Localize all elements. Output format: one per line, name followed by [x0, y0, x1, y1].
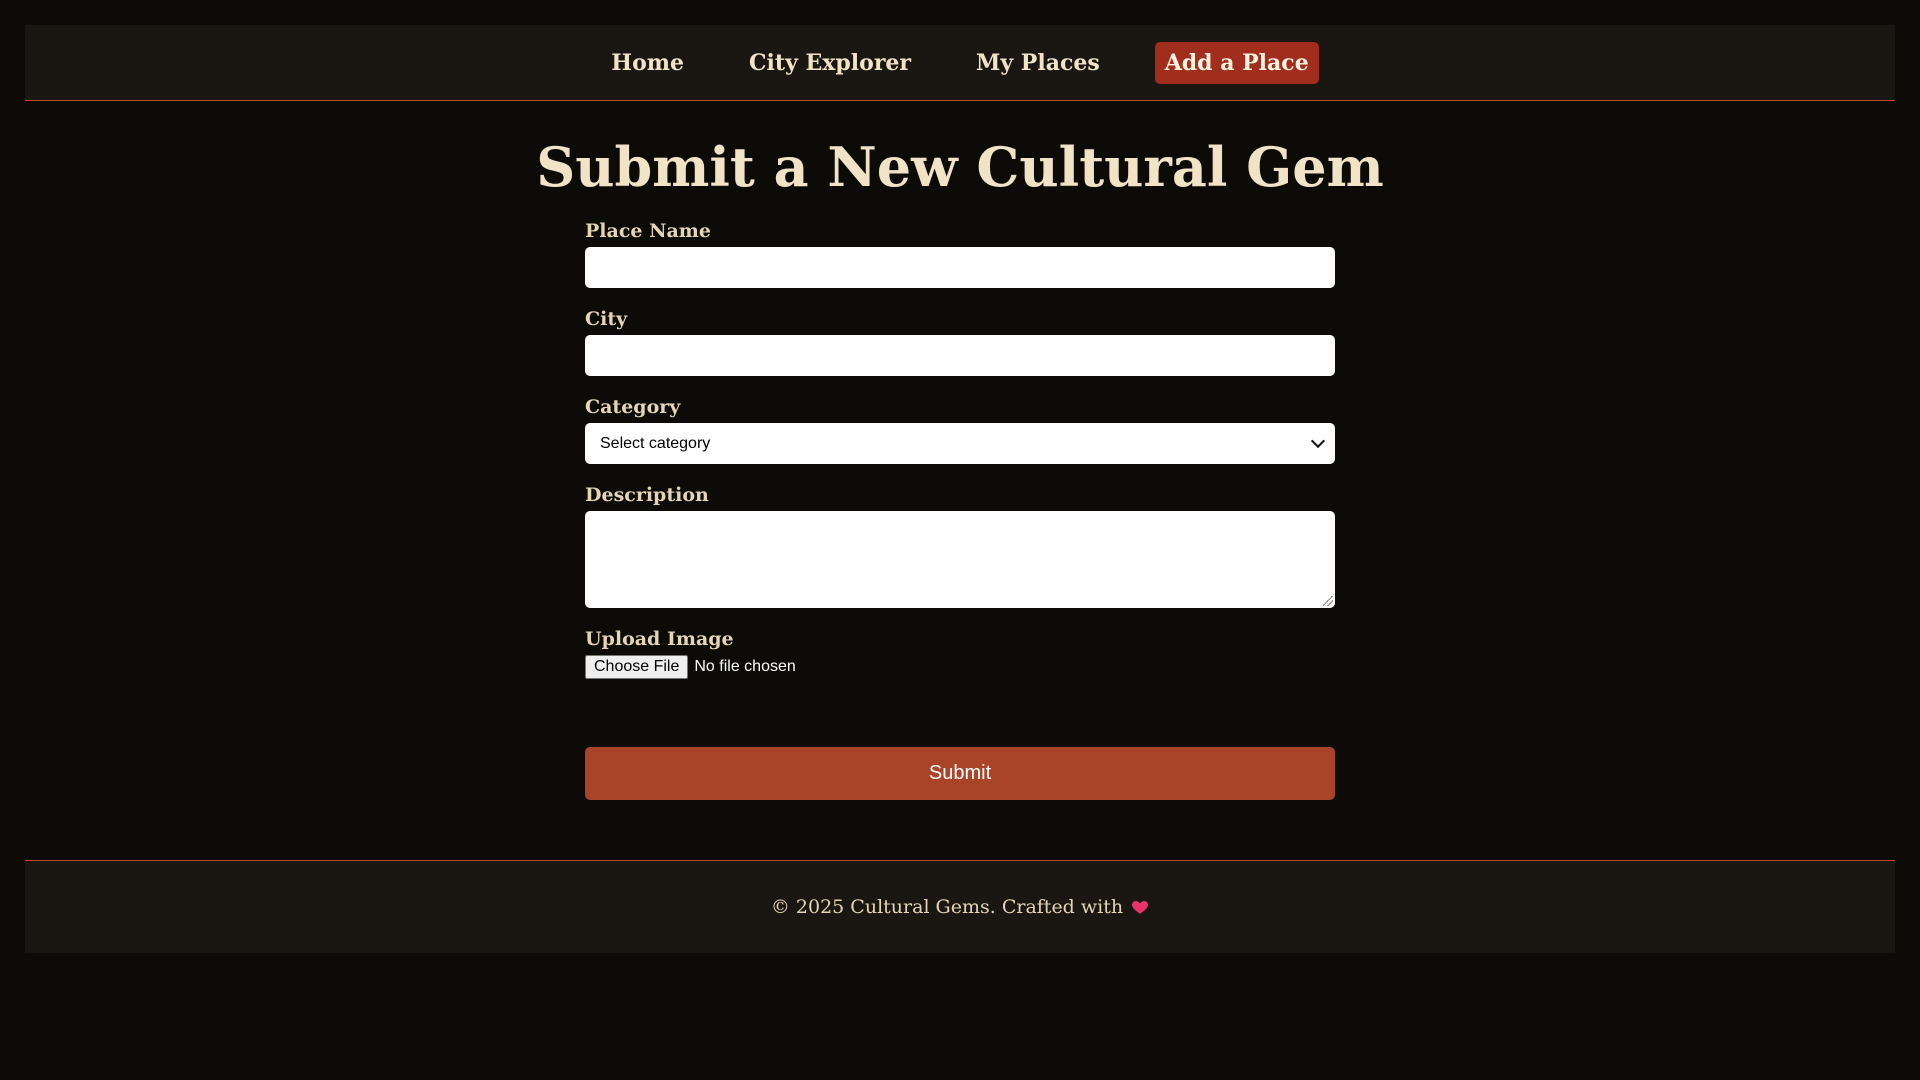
description-textarea[interactable] — [585, 511, 1335, 609]
footer: © 2025 Cultural Gems. Crafted with — [25, 860, 1895, 954]
upload-label: Upload Image — [585, 628, 734, 651]
app-frame: Home City Explorer My Places Add a Place… — [25, 25, 1895, 954]
nav-city-explorer[interactable]: City Explorer — [739, 42, 921, 84]
footer-text: © 2025 Cultural Gems. Crafted with — [770, 896, 1124, 919]
heart-icon — [1132, 901, 1149, 914]
choose-file-button[interactable]: Choose File — [585, 655, 689, 680]
category-label: Category — [585, 396, 681, 419]
place-name-group: Place Name — [585, 220, 1335, 289]
place-name-label: Place Name — [585, 220, 711, 243]
category-group: Category Select category — [585, 396, 1335, 465]
city-group: City — [585, 308, 1335, 377]
description-label: Description — [585, 484, 709, 507]
city-input[interactable] — [585, 335, 1335, 377]
submit-button[interactable]: Submit — [585, 747, 1335, 801]
file-input: Choose File No file chosen — [585, 655, 1335, 680]
chevron-down-icon — [1310, 434, 1326, 449]
upload-group: Upload Image Choose File No file chosen — [585, 628, 1335, 680]
nav-my-places[interactable]: My Places — [966, 42, 1110, 84]
file-status-text: No file chosen — [694, 658, 796, 676]
nav-add-a-place[interactable]: Add a Place — [1154, 41, 1319, 84]
main-content: Submit a New Cultural Gem Place Name Cit… — [536, 101, 1384, 801]
nav-home[interactable]: Home — [601, 42, 694, 84]
submit-place-form: Place Name City Category Select category… — [585, 220, 1335, 801]
category-selected-value: Select category — [600, 434, 711, 452]
top-navbar: Home City Explorer My Places Add a Place — [25, 25, 1895, 101]
page-title: Submit a New Cultural Gem — [536, 135, 1384, 199]
city-label: City — [585, 308, 628, 331]
category-select[interactable]: Select category — [585, 423, 1335, 465]
description-group: Description — [585, 484, 1335, 609]
resize-grip-icon[interactable] — [1323, 596, 1333, 607]
place-name-input[interactable] — [585, 247, 1335, 289]
